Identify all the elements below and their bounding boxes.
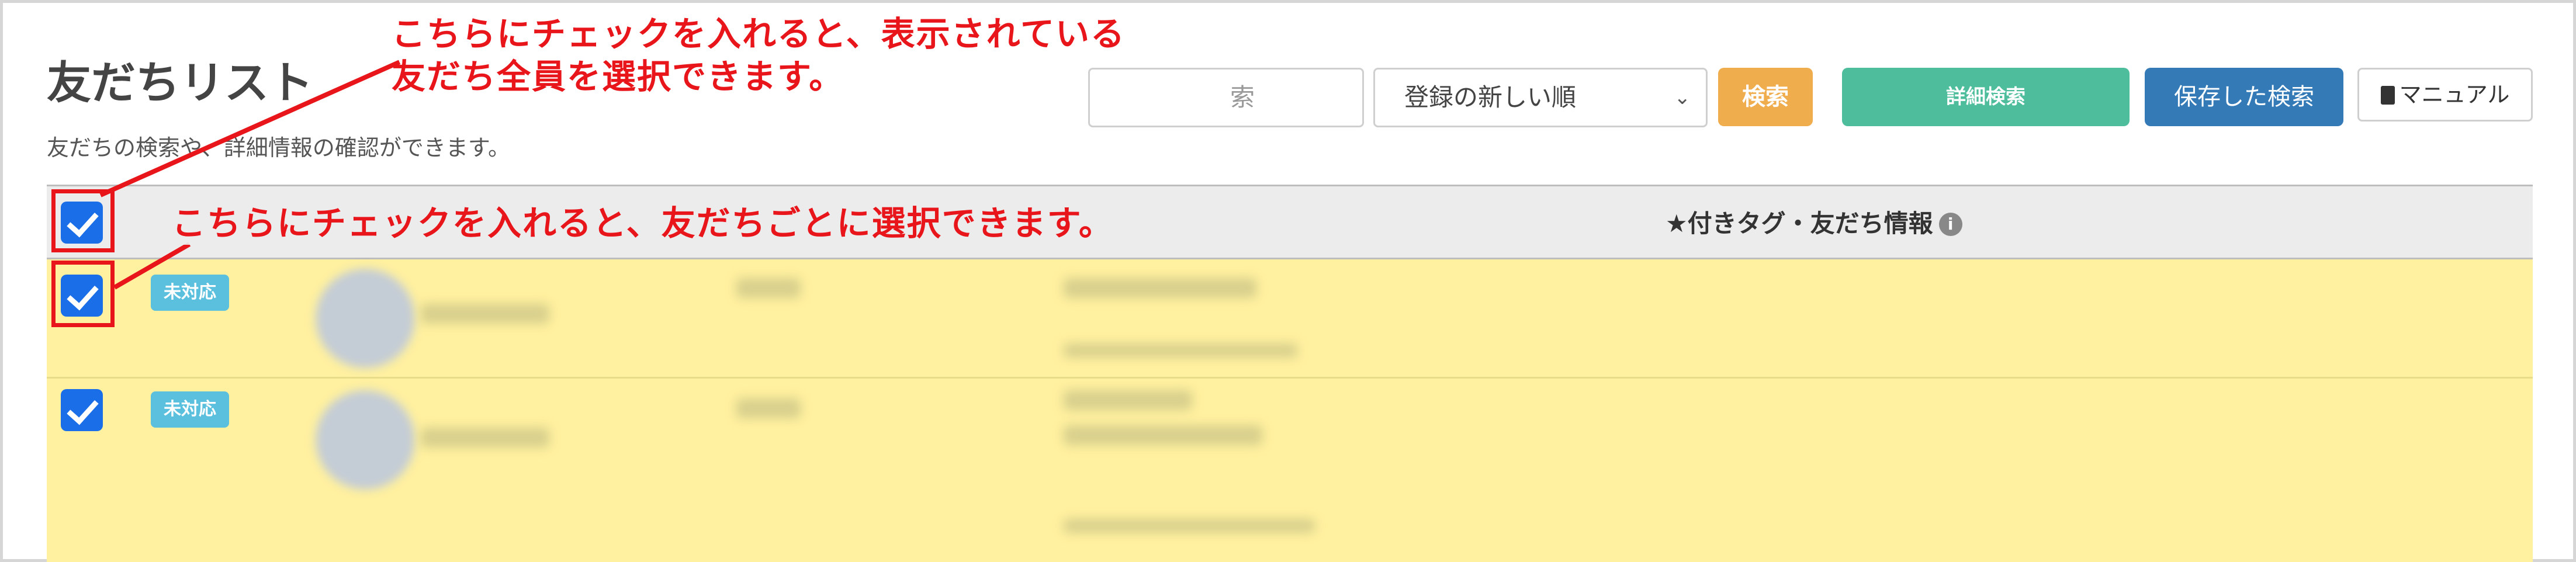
status-badge: 未対応 — [151, 275, 229, 311]
annotation-select-all-line1: こちらにチェックを入れると、表示されている — [392, 14, 1126, 54]
manual-button[interactable]: マニュアル — [2357, 68, 2533, 122]
detail-search-button[interactable]: 詳細検索 — [1842, 68, 2130, 126]
blurred-message — [1064, 425, 1262, 445]
row-checkbox-highlight-box — [51, 261, 115, 327]
blurred-name — [421, 304, 549, 324]
column-header-tags-info: ★付きタグ・友だち情報 i — [1666, 186, 1962, 261]
select-all-highlight-box — [51, 189, 115, 252]
saved-search-button[interactable]: 保存した検索 — [2145, 68, 2343, 126]
avatar — [316, 269, 415, 368]
blurred-field — [736, 398, 801, 418]
table-row[interactable]: 未対応 — [47, 259, 2533, 379]
info-icon[interactable]: i — [1938, 213, 1962, 236]
blurred-date — [1064, 519, 1315, 533]
book-icon — [2380, 86, 2395, 105]
table-row[interactable]: 未対応 — [47, 379, 2533, 562]
sort-selected-value: 登録の新しい順 — [1404, 83, 1577, 112]
row-checkbox[interactable] — [61, 389, 103, 431]
search-button[interactable]: 検索 — [1718, 68, 1813, 126]
annotation-select-all: こちらにチェックを入れると、表示されている 友だち全員を選択できます。 — [392, 13, 1126, 98]
page-title: 友だちリスト — [47, 57, 313, 109]
annotation-select-each: こちらにチェックを入れると、友だちごとに選択できます。 — [168, 202, 1127, 245]
avatar — [316, 390, 415, 490]
blurred-date — [1064, 344, 1297, 358]
annotation-select-all-line2: 友だち全員を選択できます。 — [392, 56, 844, 96]
page-description: 友だちの検索や、詳細情報の確認ができます。 — [47, 135, 511, 161]
blurred-name — [421, 428, 549, 447]
sort-select[interactable]: 登録の新しい順 ⌄ — [1373, 68, 1708, 127]
blurred-message — [1064, 278, 1256, 298]
blurred-field — [736, 278, 801, 298]
manual-label: マニュアル — [2399, 82, 2510, 107]
blurred-message — [1064, 390, 1192, 410]
column-header-label: ★付きタグ・友だち情報 — [1666, 209, 1933, 238]
chevron-down-icon: ⌄ — [1674, 86, 1691, 109]
search-input[interactable]: 索 — [1088, 68, 1364, 127]
status-badge: 未対応 — [151, 391, 229, 428]
